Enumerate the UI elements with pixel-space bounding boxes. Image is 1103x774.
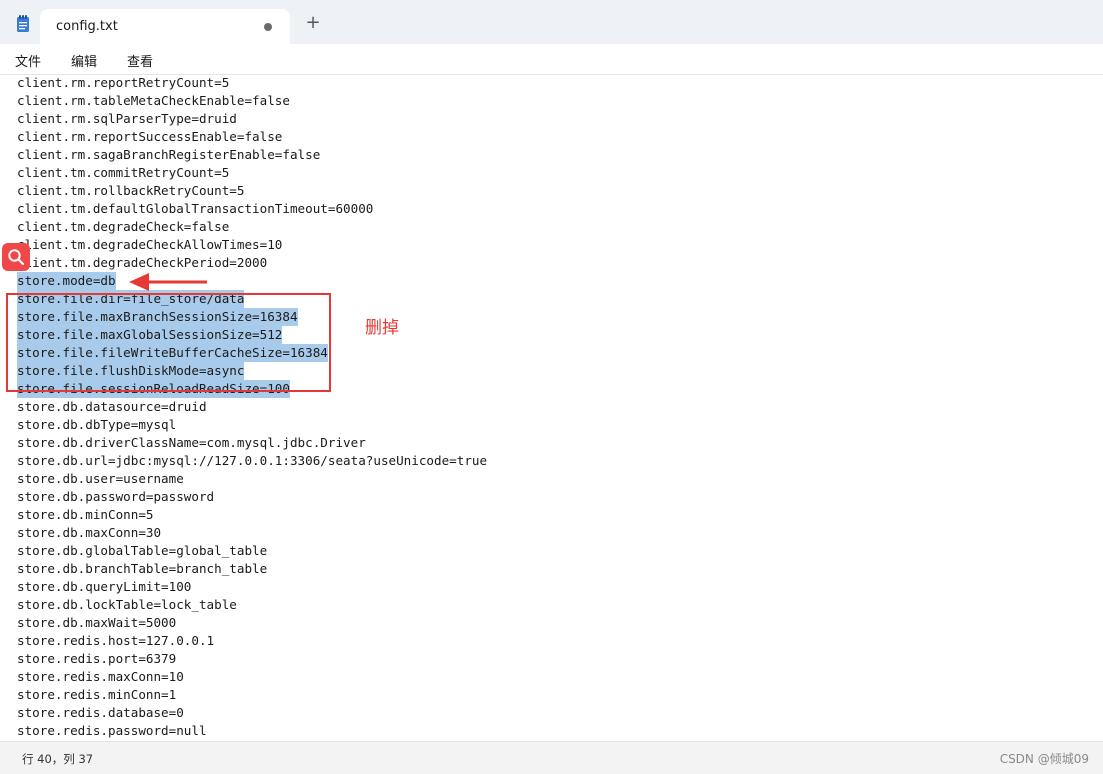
- text-line: store.db.maxConn=30: [17, 524, 487, 542]
- text-line: store.db.branchTable=branch_table: [17, 560, 487, 578]
- text-line-content: client.tm.commitRetryCount=5: [17, 165, 230, 180]
- text-line-content: store.db.dbType=mysql: [17, 417, 177, 432]
- text-line: client.rm.reportRetryCount=5: [17, 75, 487, 92]
- text-lines: client.rm.reportRetryCount=5 client.rm.ta…: [17, 75, 487, 740]
- text-line: client.tm.rollbackRetryCount=5: [17, 182, 487, 200]
- title-bar: config.txt +: [0, 0, 1103, 44]
- text-line-content: store.file.maxBranchSessionSize=16384: [17, 308, 298, 326]
- text-line-content: store.file.fileWriteBufferCacheSize=1638…: [17, 344, 328, 362]
- text-line: store.file.fileWriteBufferCacheSize=1638…: [17, 344, 487, 362]
- text-line: store.file.flushDiskMode=async: [17, 362, 487, 380]
- text-line: store.mode=db: [17, 272, 487, 290]
- text-line-content: store.mode=db: [17, 272, 116, 290]
- text-line: store.redis.host=127.0.0.1: [17, 632, 487, 650]
- text-line-content: store.db.password=password: [17, 489, 215, 504]
- text-line-content: client.rm.reportSuccessEnable=false: [17, 129, 283, 144]
- text-line-content: client.tm.degradeCheckAllowTimes=10: [17, 237, 283, 252]
- text-line: store.file.sessionReloadReadSize=100: [17, 380, 487, 398]
- tab-title: config.txt: [56, 19, 118, 34]
- text-line: client.tm.defaultGlobalTransactionTimeou…: [17, 200, 487, 218]
- text-line-content: store.db.driverClassName=com.mysql.jdbc.…: [17, 435, 366, 450]
- text-line: store.db.driverClassName=com.mysql.jdbc.…: [17, 434, 487, 452]
- text-line: store.redis.maxConn=10: [17, 668, 487, 686]
- text-line: client.tm.commitRetryCount=5: [17, 164, 487, 182]
- text-line-content: store.redis.database=0: [17, 705, 184, 720]
- menu-bar: 文件 编辑 查看: [0, 44, 1103, 75]
- search-float-button[interactable]: [2, 243, 30, 271]
- text-line-content: store.redis.port=6379: [17, 651, 177, 666]
- text-line: store.file.dir=file_store/data: [17, 290, 487, 308]
- text-line-content: client.tm.defaultGlobalTransactionTimeou…: [17, 201, 374, 216]
- annotation-arrow-icon: [129, 273, 207, 291]
- text-line-content: store.file.maxGlobalSessionSize=512: [17, 326, 283, 344]
- search-icon: [8, 249, 25, 266]
- text-line: store.db.maxWait=5000: [17, 614, 487, 632]
- notepad-icon: [17, 15, 29, 32]
- text-line-content: store.db.branchTable=branch_table: [17, 561, 268, 576]
- text-editor[interactable]: client.rm.reportRetryCount=5 client.rm.ta…: [0, 75, 1103, 740]
- text-line-content: store.file.sessionReloadReadSize=100: [17, 380, 290, 398]
- text-line: client.rm.tableMetaCheckEnable=false: [17, 92, 487, 110]
- text-line-content: store.db.minConn=5: [17, 507, 154, 522]
- text-line-content: store.db.maxWait=5000: [17, 615, 177, 630]
- text-line: client.tm.degradeCheckAllowTimes=10: [17, 236, 487, 254]
- status-bar: 行 40，列 37 CSDN @倾城09: [0, 741, 1103, 774]
- text-line-content: store.redis.password=null: [17, 723, 207, 738]
- text-line: store.redis.port=6379: [17, 650, 487, 668]
- text-line-content: client.rm.tableMetaCheckEnable=false: [17, 93, 290, 108]
- text-line-content: store.db.lockTable=lock_table: [17, 597, 237, 612]
- text-line-content: client.tm.rollbackRetryCount=5: [17, 183, 245, 198]
- text-line-content: store.db.maxConn=30: [17, 525, 162, 540]
- text-line-content: store.db.datasource=druid: [17, 399, 207, 414]
- text-line-content: client.rm.sagaBranchRegisterEnable=false: [17, 147, 321, 162]
- text-line: store.redis.password=null: [17, 722, 487, 740]
- text-line: store.file.maxBranchSessionSize=16384: [17, 308, 487, 326]
- unsaved-dot-icon[interactable]: [264, 23, 272, 31]
- menu-view[interactable]: 查看: [127, 51, 153, 70]
- text-line: client.tm.degradeCheck=false: [17, 218, 487, 236]
- text-line: store.file.maxGlobalSessionSize=512: [17, 326, 487, 344]
- text-line-content: store.db.user=username: [17, 471, 184, 486]
- text-line-content: client.tm.degradeCheckPeriod=2000: [17, 255, 268, 270]
- menu-file[interactable]: 文件: [15, 51, 41, 70]
- text-line: store.redis.database=0: [17, 704, 487, 722]
- file-tab[interactable]: config.txt: [40, 9, 290, 44]
- new-tab-button[interactable]: +: [303, 13, 323, 33]
- text-line: client.rm.reportSuccessEnable=false: [17, 128, 487, 146]
- text-line: client.rm.sqlParserType=druid: [17, 110, 487, 128]
- text-line-content: store.db.queryLimit=100: [17, 579, 192, 594]
- text-line: store.redis.minConn=1: [17, 686, 487, 704]
- text-line: store.db.minConn=5: [17, 506, 487, 524]
- text-line-content: client.rm.reportRetryCount=5: [17, 75, 230, 90]
- text-line: store.db.dbType=mysql: [17, 416, 487, 434]
- text-line-content: client.rm.sqlParserType=druid: [17, 111, 237, 126]
- text-line-content: store.file.flushDiskMode=async: [17, 362, 245, 380]
- text-line: store.db.url=jdbc:mysql://127.0.0.1:3306…: [17, 452, 487, 470]
- text-line-content: store.db.globalTable=global_table: [17, 543, 268, 558]
- text-line: client.rm.sagaBranchRegisterEnable=false: [17, 146, 487, 164]
- text-line: store.db.queryLimit=100: [17, 578, 487, 596]
- text-line: store.db.lockTable=lock_table: [17, 596, 487, 614]
- text-line-content: store.redis.minConn=1: [17, 687, 177, 702]
- text-line: store.db.password=password: [17, 488, 487, 506]
- text-line: store.db.datasource=druid: [17, 398, 487, 416]
- menu-edit[interactable]: 编辑: [71, 51, 97, 70]
- text-line: client.tm.degradeCheckPeriod=2000: [17, 254, 487, 272]
- text-line: store.db.user=username: [17, 470, 487, 488]
- text-line-content: store.redis.maxConn=10: [17, 669, 184, 684]
- cursor-position: 行 40，列 37: [22, 752, 94, 766]
- annotation-note: 删掉: [365, 318, 399, 338]
- text-line-content: store.db.url=jdbc:mysql://127.0.0.1:3306…: [17, 453, 488, 468]
- watermark: CSDN @倾城09: [999, 752, 1089, 766]
- text-line-content: client.tm.degradeCheck=false: [17, 219, 230, 234]
- text-line: store.db.globalTable=global_table: [17, 542, 487, 560]
- text-line-content: store.redis.host=127.0.0.1: [17, 633, 215, 648]
